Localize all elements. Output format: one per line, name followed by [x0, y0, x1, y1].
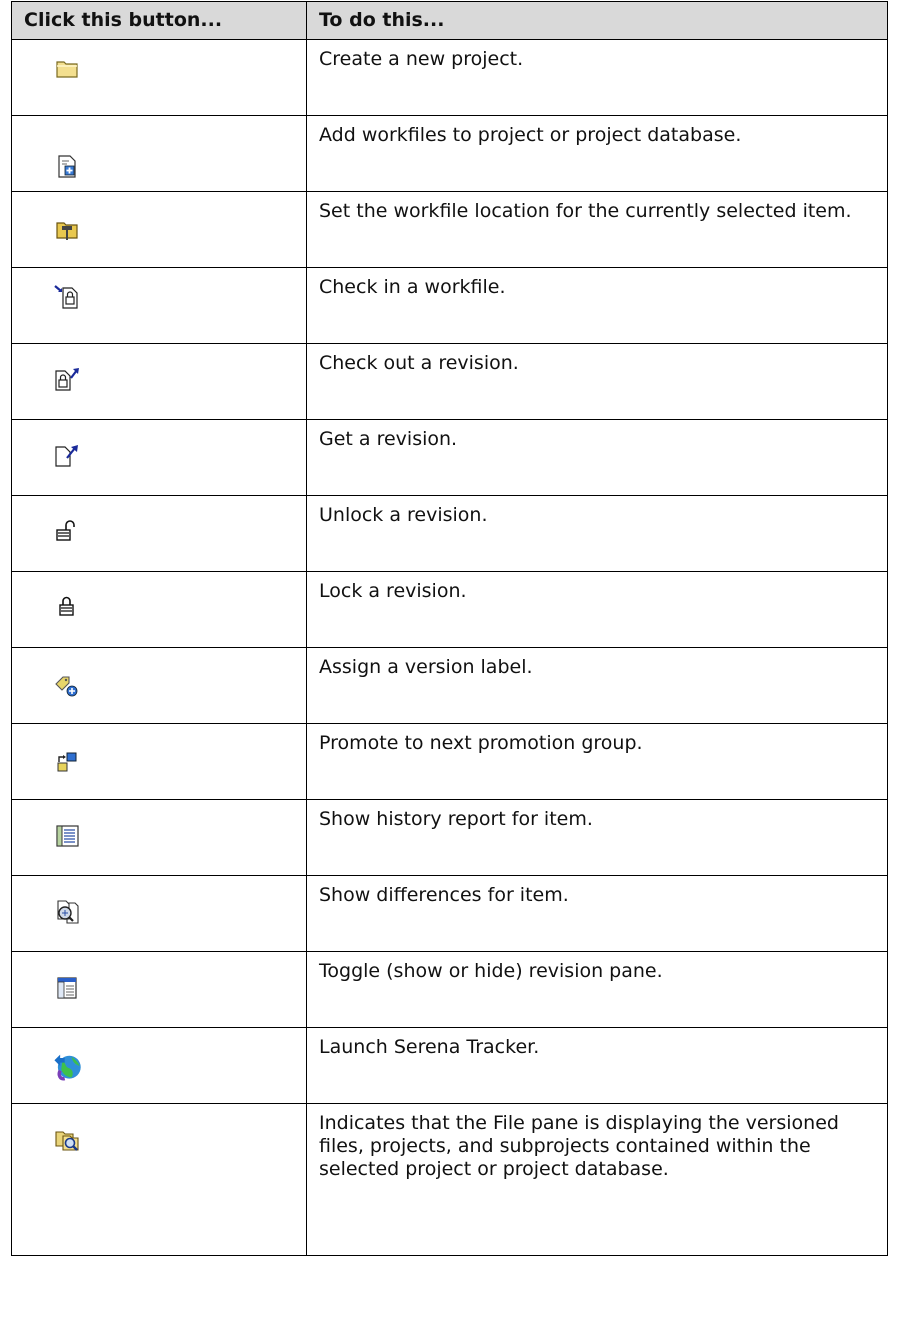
description-cell: Create a new project. [306, 39, 888, 116]
description-cell: Lock a revision. [306, 571, 888, 648]
button-cell [11, 495, 307, 572]
button-cell [11, 115, 307, 192]
check-in-icon[interactable] [53, 282, 81, 310]
unlock-icon[interactable] [53, 516, 81, 544]
button-cell [11, 39, 307, 116]
description-cell: Set the workfile location for the curren… [306, 191, 888, 268]
button-cell [11, 343, 307, 420]
description-cell: Indicates that the File pane is displayi… [306, 1103, 888, 1256]
version-label-icon[interactable] [53, 672, 81, 700]
new-project-folder-icon[interactable] [53, 54, 81, 82]
promote-icon[interactable] [53, 748, 81, 776]
table-row: Indicates that the File pane is displayi… [11, 1103, 888, 1256]
differences-icon[interactable] [53, 898, 81, 926]
description-cell: Show history report for item. [306, 799, 888, 876]
button-cell [11, 1103, 307, 1256]
description-cell: Check out a revision. [306, 343, 888, 420]
description-cell: Launch Serena Tracker. [306, 1027, 888, 1104]
lock-icon[interactable] [53, 592, 81, 620]
check-out-icon[interactable] [53, 364, 81, 392]
table-row: Lock a revision. [11, 571, 888, 648]
table-row: Check out a revision. [11, 343, 888, 420]
header-button-column: Click this button... [11, 1, 307, 40]
button-cell [11, 571, 307, 648]
button-cell [11, 419, 307, 496]
table-row: Show differences for item. [11, 875, 888, 952]
button-cell [11, 647, 307, 724]
table-row: Show history report for item. [11, 799, 888, 876]
table-row: Add workfiles to project or project data… [11, 115, 888, 192]
button-cell [11, 191, 307, 268]
table-row: Check in a workfile. [11, 267, 888, 344]
button-cell [11, 951, 307, 1028]
table-row: Create a new project. [11, 39, 888, 116]
serena-tracker-icon[interactable] [51, 1050, 83, 1082]
table-row: Unlock a revision. [11, 495, 888, 572]
file-pane-view-icon[interactable] [53, 1126, 81, 1154]
workfile-location-icon[interactable] [53, 216, 81, 244]
button-cell [11, 799, 307, 876]
table-row: Assign a version label. [11, 647, 888, 724]
header-action-column: To do this... [306, 1, 888, 40]
history-report-icon[interactable] [53, 822, 81, 850]
table-row: Launch Serena Tracker. [11, 1027, 888, 1104]
revision-pane-toggle-icon[interactable] [53, 974, 81, 1002]
description-cell: Assign a version label. [306, 647, 888, 724]
table-row: Promote to next promotion group. [11, 723, 888, 800]
button-cell [11, 723, 307, 800]
table-row: Get a revision. [11, 419, 888, 496]
get-revision-icon[interactable] [53, 440, 81, 468]
toolbar-buttons-table: Click this button... To do this... Creat… [11, 1, 888, 1256]
description-cell: Get a revision. [306, 419, 888, 496]
button-cell [11, 1027, 307, 1104]
add-workfiles-icon[interactable] [53, 152, 81, 180]
description-cell: Check in a workfile. [306, 267, 888, 344]
table-row: Toggle (show or hide) revision pane. [11, 951, 888, 1028]
table-row: Set the workfile location for the curren… [11, 191, 888, 268]
description-cell: Add workfiles to project or project data… [306, 115, 888, 192]
table-header-row: Click this button... To do this... [11, 1, 888, 40]
description-cell: Toggle (show or hide) revision pane. [306, 951, 888, 1028]
button-cell [11, 875, 307, 952]
description-cell: Promote to next promotion group. [306, 723, 888, 800]
button-cell [11, 267, 307, 344]
description-cell: Show differences for item. [306, 875, 888, 952]
description-cell: Unlock a revision. [306, 495, 888, 572]
